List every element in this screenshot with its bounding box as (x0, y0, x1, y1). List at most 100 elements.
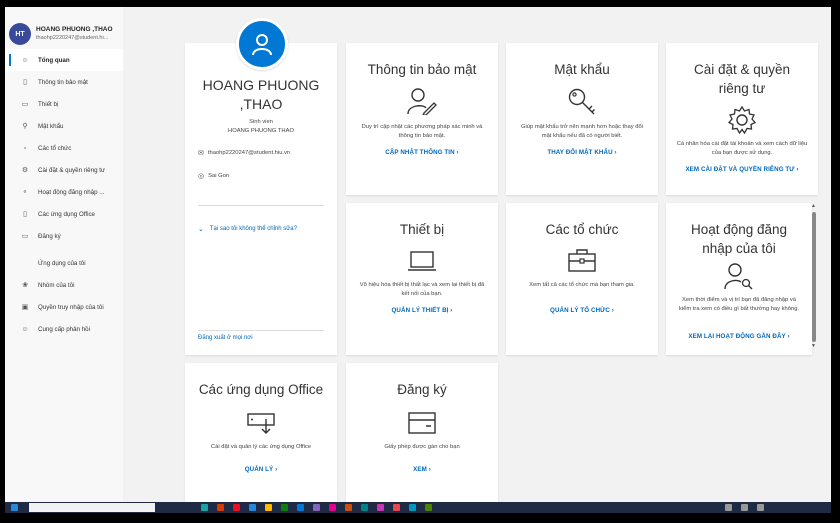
card-description: Duy trì cập nhật các phương pháp xác min… (361, 124, 483, 139)
sidebar-item-my-apps[interactable]: Ứng dụng của tôi (5, 252, 123, 274)
person-icon: ☺ (21, 56, 29, 64)
why-cant-edit-link[interactable]: ⌄ Tại sao tôi không thể chỉnh sửa? (198, 225, 297, 233)
laptop-icon (408, 251, 436, 271)
taskbar-app-icon[interactable] (297, 504, 304, 511)
taskbar-app-icon[interactable] (201, 504, 208, 511)
access-icon: ▣ (21, 304, 29, 311)
briefcase-icon (568, 249, 596, 272)
profile-email: thaohp2220247@student.hiu.vn (207, 150, 291, 156)
organizations-card[interactable]: Các tổ chức Xem tất cả các tổ chức mà bạ… (506, 203, 658, 355)
chevron-right-icon: › (796, 166, 799, 173)
sidebar-item-devices[interactable]: ▭ Thiết bị (5, 93, 123, 115)
taskbar-app-icon[interactable] (425, 504, 432, 511)
feedback-icon: ☺ (21, 325, 29, 333)
manage-devices-link[interactable]: QUẢN LÝ THIẾT BỊ › (346, 307, 498, 314)
taskbar-app-icon[interactable] (249, 504, 256, 511)
scroll-down-arrow-icon[interactable]: ▼ (811, 343, 816, 349)
system-tray-icon[interactable] (741, 504, 748, 511)
office-icon: ▯ (23, 211, 27, 218)
chevron-right-icon: › (614, 149, 617, 156)
subscriptions-card[interactable]: Đăng ký Giấy phép được gán cho bạn XEM › (346, 363, 498, 502)
chevron-right-icon: › (428, 466, 431, 473)
sidebar-item-feedback[interactable]: ☺ Cung cấp phản hồi (5, 318, 123, 340)
account-header[interactable]: HT HOANG PHUONG ,THAO thaohp2220247@stud… (5, 7, 123, 49)
taskbar-app-icon[interactable] (361, 504, 368, 511)
profile-name: HOANG PHUONG ,THAO (202, 77, 320, 112)
taskbar-app-icon[interactable] (393, 504, 400, 511)
card-title: Mật khẩu (554, 62, 610, 77)
office-install-icon (247, 413, 275, 434)
person-edit-icon (407, 88, 437, 115)
gear-icon (727, 105, 757, 135)
chevron-right-icon: › (275, 466, 278, 473)
credit-card-icon (408, 412, 436, 434)
taskbar (5, 502, 831, 513)
update-info-link[interactable]: CẬP NHẬT THÔNG TIN › (346, 149, 498, 156)
avatar: HT (9, 23, 31, 45)
taskbar-app-icon[interactable] (217, 504, 224, 511)
taskbar-app-icon[interactable] (265, 504, 272, 511)
office-apps-card[interactable]: Các ứng dụng Office Cài đặt và quản lý c… (185, 363, 337, 502)
groups-icon: ❀ (22, 282, 28, 289)
taskbar-app-icon[interactable] (281, 504, 288, 511)
scrollbar-thumb[interactable] (812, 212, 816, 342)
taskbar-app-icon[interactable] (233, 504, 240, 511)
sidebar-item-security-info[interactable]: ▯ Thông tin bảo mật (5, 71, 123, 93)
view-settings-privacy-link[interactable]: XEM CÀI ĐẶT VÀ QUYỀN RIÊNG TƯ › (666, 166, 818, 173)
security-info-card[interactable]: Thông tin bảo mật Duy trì cập nhật các p… (346, 43, 498, 195)
sign-out-everywhere-link[interactable]: Đăng xuất ở mọi nơi (198, 335, 253, 341)
sidebar-item-sign-in-activity[interactable]: ⚬ Hoạt động đăng nhập ... (5, 181, 123, 203)
card-description: Cá nhân hóa cài đặt tài khoản và xem các… (676, 141, 808, 156)
mail-icon: ✉ (198, 150, 204, 157)
manage-office-link[interactable]: QUẢN LÝ › (185, 466, 337, 473)
sign-in-activity-card[interactable]: Hoạt động đăng nhập của tôi Xem thời điể… (666, 203, 812, 355)
taskbar-app-icon[interactable] (313, 504, 320, 511)
card-description: Vô hiệu hóa thiết bị thất lạc và xem lại… (359, 282, 485, 297)
location-icon: ◎ (198, 173, 205, 180)
start-icon[interactable] (11, 504, 18, 511)
chevron-down-icon: ⌄ (198, 226, 204, 233)
card-title: Các ứng dụng Office (198, 382, 324, 397)
sidebar-item-overview[interactable]: ☺ Tổng quan (5, 49, 123, 71)
card-description: Cài đặt và quản lý các ứng dụng Office (210, 444, 312, 450)
divider (198, 330, 324, 331)
key-icon: ⚲ (22, 123, 28, 130)
scroll-up-arrow-icon[interactable]: ▲ (811, 203, 816, 209)
sidebar-item-settings-privacy[interactable]: ⚙ Cài đặt & quyền riêng tư (5, 159, 123, 181)
subscription-icon: ▭ (21, 233, 29, 240)
taskbar-search[interactable] (29, 503, 155, 512)
gear-icon: ⚙ (21, 167, 29, 174)
chevron-right-icon: › (611, 307, 614, 314)
account-email: thaohp2220247@student.hi... (36, 35, 109, 41)
taskbar-app-icon[interactable] (377, 504, 384, 511)
sidebar-item-office-apps[interactable]: ▯ Các ứng dụng Office (5, 203, 123, 225)
sidebar-item-password[interactable]: ⚲ Mật khẩu (5, 115, 123, 137)
card-title: Cài đặt & quyền riêng tư (693, 62, 791, 96)
sign-in-activity-icon (724, 263, 753, 290)
taskbar-app-icon[interactable] (409, 504, 416, 511)
app-window: HT HOANG PHUONG ,THAO thaohp2220247@stud… (5, 7, 831, 502)
view-subscriptions-link[interactable]: XEM › (346, 466, 498, 473)
taskbar-app-icon[interactable] (329, 504, 336, 511)
system-tray-icon[interactable] (725, 504, 732, 511)
card-title: Thông tin bảo mật (367, 62, 477, 77)
card-title: Các tổ chức (545, 222, 619, 237)
card-title: Hoạt động đăng nhập của tôi (690, 222, 788, 256)
sidebar-item-subscriptions[interactable]: ▭ Đăng ký (5, 225, 123, 247)
system-tray-icon[interactable] (757, 504, 764, 511)
profile-card: HOANG PHUONG ,THAO Sinh vien HOANG PHUON… (185, 43, 337, 355)
profile-avatar (236, 18, 288, 70)
taskbar-app-icon[interactable] (345, 504, 352, 511)
sidebar-item-my-groups[interactable]: ❀ Nhóm của tôi (5, 274, 123, 296)
devices-card[interactable]: Thiết bị Vô hiệu hóa thiết bị thất lạc v… (346, 203, 498, 355)
password-card[interactable]: Mật khẩu Giúp mật khẩu trở nên mạnh hơn … (506, 43, 658, 195)
manage-organizations-link[interactable]: QUẢN LÝ TỔ CHỨC › (506, 307, 658, 314)
sidebar-item-my-access[interactable]: ▣ Quyền truy nhập của tôi (5, 296, 123, 318)
sidebar: HT HOANG PHUONG ,THAO thaohp2220247@stud… (5, 7, 123, 502)
review-recent-activity-link[interactable]: XEM LẠI HOẠT ĐỘNG GẦN ĐÂY › (666, 333, 812, 340)
settings-privacy-card[interactable]: Cài đặt & quyền riêng tư Cá nhân hóa cài… (666, 43, 818, 195)
sidebar-item-organizations[interactable]: ▫ Các tổ chức (5, 137, 123, 159)
change-password-link[interactable]: THAY ĐỔI MẬT KHẨU › (506, 149, 658, 156)
laptop-icon: ▭ (21, 101, 29, 108)
profile-location-row: ◎ Sai Gon (198, 172, 229, 180)
